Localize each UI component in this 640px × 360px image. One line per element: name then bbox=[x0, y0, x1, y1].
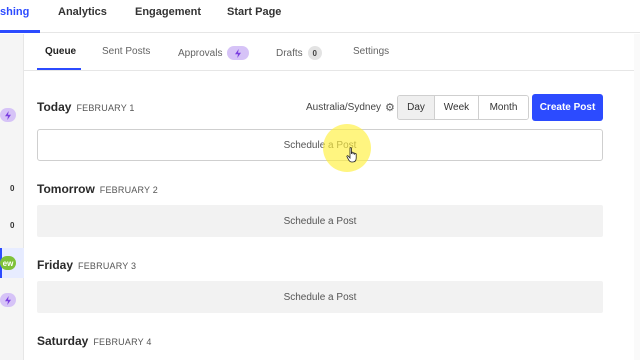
day-date: FEBRUARY 1 bbox=[76, 103, 135, 113]
day-heading-tomorrow: Tomorrow FEBRUARY 2 bbox=[37, 182, 158, 196]
drafts-count-badge: 0 bbox=[307, 46, 322, 60]
day-date: FEBRUARY 4 bbox=[93, 337, 152, 347]
tab-publishing[interactable]: shing bbox=[0, 6, 29, 18]
create-post-button[interactable]: Create Post bbox=[532, 94, 603, 121]
subtab-drafts-label: Drafts bbox=[276, 47, 303, 59]
sidebar-approvals-badge[interactable] bbox=[0, 108, 16, 122]
subtab-approvals-label: Approvals bbox=[178, 47, 223, 59]
day-name: Today bbox=[37, 100, 72, 114]
gear-icon[interactable]: ⚙ bbox=[385, 101, 395, 114]
sidebar: 0 0 ew bbox=[0, 34, 24, 360]
day-heading-saturday: Saturday FEBRUARY 4 bbox=[37, 334, 152, 348]
approvals-badge bbox=[227, 46, 250, 60]
day-date: FEBRUARY 3 bbox=[78, 261, 137, 271]
subtab-approvals[interactable]: Approvals bbox=[178, 46, 250, 60]
tab-start-page[interactable]: Start Page bbox=[227, 6, 281, 18]
tab-analytics[interactable]: Analytics bbox=[58, 6, 107, 18]
hand-pointer-icon bbox=[346, 147, 357, 163]
day-name: Saturday bbox=[37, 334, 89, 348]
queue-subtabs: Queue Sent Posts Approvals Drafts 0 Sett… bbox=[24, 34, 640, 71]
subtab-settings[interactable]: Settings bbox=[353, 46, 389, 57]
sidebar-approvals-badge[interactable] bbox=[0, 293, 16, 307]
scrollbar-track[interactable] bbox=[634, 34, 640, 360]
timezone-label: Australia/Sydney bbox=[306, 102, 382, 113]
view-week-button[interactable]: Week bbox=[435, 96, 479, 119]
day-name: Friday bbox=[37, 258, 74, 272]
new-badge: ew bbox=[0, 256, 16, 270]
active-subtab-indicator bbox=[37, 68, 81, 70]
subtab-drafts[interactable]: Drafts 0 bbox=[276, 46, 322, 60]
active-tab-indicator bbox=[0, 30, 40, 33]
schedule-post-slot[interactable]: Schedule a Post bbox=[37, 129, 603, 161]
day-date: FEBRUARY 2 bbox=[99, 185, 158, 195]
subtab-sent-posts[interactable]: Sent Posts bbox=[102, 46, 150, 57]
day-name: Tomorrow bbox=[37, 182, 95, 196]
sidebar-count: 0 bbox=[10, 221, 15, 230]
tab-engagement[interactable]: Engagement bbox=[135, 6, 201, 18]
top-navigation: shing Analytics Engagement Start Page bbox=[0, 0, 640, 33]
timezone-selector[interactable]: Australia/Sydney ⚙ bbox=[306, 101, 395, 114]
view-month-button[interactable]: Month bbox=[479, 96, 528, 119]
subtab-queue[interactable]: Queue bbox=[45, 46, 76, 57]
lightning-icon bbox=[235, 48, 242, 58]
lightning-icon bbox=[5, 110, 11, 120]
lightning-icon bbox=[5, 295, 11, 305]
schedule-post-slot[interactable]: Schedule a Post bbox=[37, 205, 603, 237]
view-toggle: Day Week Month bbox=[397, 95, 529, 120]
day-heading-friday: Friday FEBRUARY 3 bbox=[37, 258, 136, 272]
view-day-button[interactable]: Day bbox=[398, 96, 435, 119]
schedule-post-slot[interactable]: Schedule a Post bbox=[37, 281, 603, 313]
day-heading-today: Today FEBRUARY 1 bbox=[37, 100, 135, 114]
sidebar-count: 0 bbox=[10, 184, 15, 193]
